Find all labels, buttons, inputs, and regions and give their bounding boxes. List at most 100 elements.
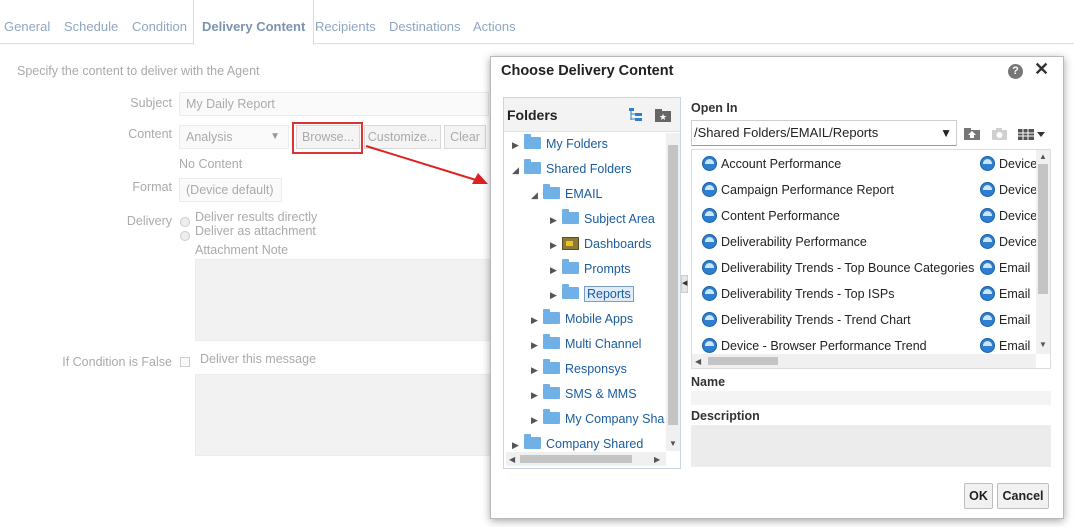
open-in-path-select[interactable]: /Shared Folders/EMAIL/Reports ▼	[691, 120, 957, 146]
list-item[interactable]: Content Performance	[702, 203, 840, 229]
tree-view-icon[interactable]	[628, 107, 644, 123]
ok-button[interactable]: OK	[964, 483, 993, 509]
scroll-right-icon[interactable]: ▶	[654, 455, 660, 464]
scroll-down-icon[interactable]: ▼	[669, 439, 677, 448]
tree-item-label: Shared Folders	[546, 162, 632, 176]
folders-panel: Folders ★ ▶ My Folders ◢ Shared Folders ◢ E…	[503, 97, 681, 469]
tree-item-company-shared[interactable]: ▶ Company Shared	[512, 434, 643, 454]
scrollbar-thumb[interactable]	[668, 145, 678, 425]
deliver-directly-radio[interactable]	[180, 217, 190, 227]
deliver-message-checkbox[interactable]	[180, 357, 190, 367]
dashboard-folder-icon	[562, 237, 579, 250]
tree-item-reports[interactable]: ▶ Reports	[550, 284, 634, 304]
attachment-note-label: Attachment Note	[195, 243, 289, 257]
tree-item-mobile-apps[interactable]: ▶ Mobile Apps	[531, 309, 633, 329]
annotation-highlight-box	[292, 122, 363, 154]
list-item-name: Device - Browser Performance Trend	[721, 339, 927, 353]
tree-item-sms-mms[interactable]: ▶ SMS & MMS	[531, 384, 637, 404]
list-item-type-text: Email	[999, 339, 1031, 353]
scroll-left-icon[interactable]: ◀	[695, 357, 701, 366]
list-item-type: Device	[980, 151, 1037, 177]
list-item-type: Email	[980, 307, 1030, 333]
help-icon[interactable]: ?	[1008, 64, 1023, 79]
chevron-right-icon: ▶	[550, 215, 557, 225]
folder-icon	[543, 409, 560, 424]
tab-general[interactable]: General	[4, 0, 50, 44]
list-item[interactable]: Deliverability Trends - Top Bounce Categ…	[702, 255, 974, 281]
analysis-icon	[702, 182, 717, 197]
format-label: Format	[132, 180, 172, 194]
list-item-type-text: Device	[999, 183, 1038, 197]
list-item-type-text: Email	[999, 313, 1031, 327]
analysis-icon	[702, 260, 717, 275]
cancel-button[interactable]: Cancel	[997, 483, 1049, 509]
scrollbar-thumb[interactable]	[1038, 164, 1048, 294]
folder-up-icon[interactable]	[963, 125, 983, 141]
content-list: Account Performance Device Campaign Perf…	[691, 149, 1051, 369]
chevron-right-icon: ▶	[512, 140, 519, 150]
folders-horizontal-scrollbar[interactable]: ◀ ▶	[506, 452, 666, 466]
folder-icon	[524, 134, 541, 149]
list-item-name: Deliverability Trends - Top ISPs	[721, 287, 895, 301]
new-folder-icon[interactable]: ★	[654, 107, 672, 123]
tab-recipients[interactable]: Recipients	[315, 0, 376, 44]
list-item-type: Email	[980, 281, 1030, 307]
tree-item-email[interactable]: ◢ EMAIL	[531, 184, 603, 204]
scrollbar-thumb[interactable]	[708, 357, 778, 365]
camera-icon[interactable]	[990, 125, 1010, 141]
analysis-icon	[702, 208, 717, 223]
message-textarea[interactable]	[195, 374, 490, 456]
list-horizontal-scrollbar[interactable]: ◀	[692, 354, 1036, 368]
analysis-icon	[980, 286, 995, 301]
panel-collapse-icon[interactable]: ◀	[681, 275, 688, 293]
scroll-left-icon[interactable]: ◀	[509, 455, 515, 464]
analysis-icon	[702, 234, 717, 249]
folder-icon	[524, 434, 541, 449]
chevron-down-icon: ▼	[270, 131, 280, 142]
tree-item-dashboards[interactable]: ▶ Dashboards	[550, 234, 651, 254]
tree-item-multi-channel[interactable]: ▶ Multi Channel	[531, 334, 641, 354]
close-icon[interactable]: ✕	[1034, 59, 1049, 80]
tab-schedule[interactable]: Schedule	[64, 0, 118, 44]
view-options-icon[interactable]	[1017, 125, 1047, 141]
folders-vertical-scrollbar[interactable]: ▼	[666, 133, 680, 451]
scrollbar-thumb[interactable]	[520, 455, 632, 463]
subject-label: Subject	[130, 96, 172, 110]
scroll-up-icon[interactable]: ▲	[1039, 152, 1047, 161]
tree-item-label: Subject Area	[584, 212, 655, 226]
tree-item-shared-folders[interactable]: ◢ Shared Folders	[512, 159, 631, 179]
list-item-type-text: Device	[999, 235, 1038, 249]
tree-item-my-folders[interactable]: ▶ My Folders	[512, 134, 608, 154]
chevron-right-icon: ▶	[550, 265, 557, 275]
analysis-icon	[980, 234, 995, 249]
list-vertical-scrollbar[interactable]: ▲ ▼	[1036, 150, 1050, 354]
tab-actions[interactable]: Actions	[473, 0, 516, 44]
tree-item-subject-area[interactable]: ▶ Subject Area	[550, 209, 655, 229]
analysis-icon	[980, 312, 995, 327]
tree-item-label: Multi Channel	[565, 337, 642, 351]
tab-delivery-content[interactable]: Delivery Content	[193, 0, 315, 45]
scroll-down-icon[interactable]: ▼	[1039, 340, 1047, 349]
list-item[interactable]: Deliverability Trends - Trend Chart	[702, 307, 911, 333]
format-select[interactable]: (Device default)	[179, 178, 282, 202]
tree-item-my-company-shared[interactable]: ▶ My Company Sha	[531, 409, 666, 429]
tree-item-label-selected: Reports	[584, 286, 634, 302]
deliver-attachment-radio[interactable]	[180, 231, 190, 241]
description-label: Description	[691, 409, 760, 423]
attachment-note-textarea[interactable]	[195, 259, 490, 341]
folders-title: Folders	[507, 107, 558, 123]
list-item-type: Email	[980, 255, 1030, 281]
list-item[interactable]: Deliverability Performance	[702, 229, 867, 255]
tree-item-prompts[interactable]: ▶ Prompts	[550, 259, 631, 279]
name-field[interactable]	[691, 391, 1051, 405]
description-field[interactable]	[691, 425, 1051, 467]
tree-item-responsys[interactable]: ▶ Responsys	[531, 359, 627, 379]
list-item[interactable]: Deliverability Trends - Top ISPs	[702, 281, 894, 307]
delivery-label: Delivery	[126, 214, 172, 228]
tab-destinations[interactable]: Destinations	[389, 0, 461, 44]
subject-input[interactable]: My Daily Report	[179, 92, 489, 116]
content-type-select[interactable]: Analysis ▼	[179, 125, 289, 149]
tab-condition[interactable]: Condition	[132, 0, 187, 44]
list-item[interactable]: Account Performance	[702, 151, 841, 177]
list-item[interactable]: Campaign Performance Report	[702, 177, 894, 203]
